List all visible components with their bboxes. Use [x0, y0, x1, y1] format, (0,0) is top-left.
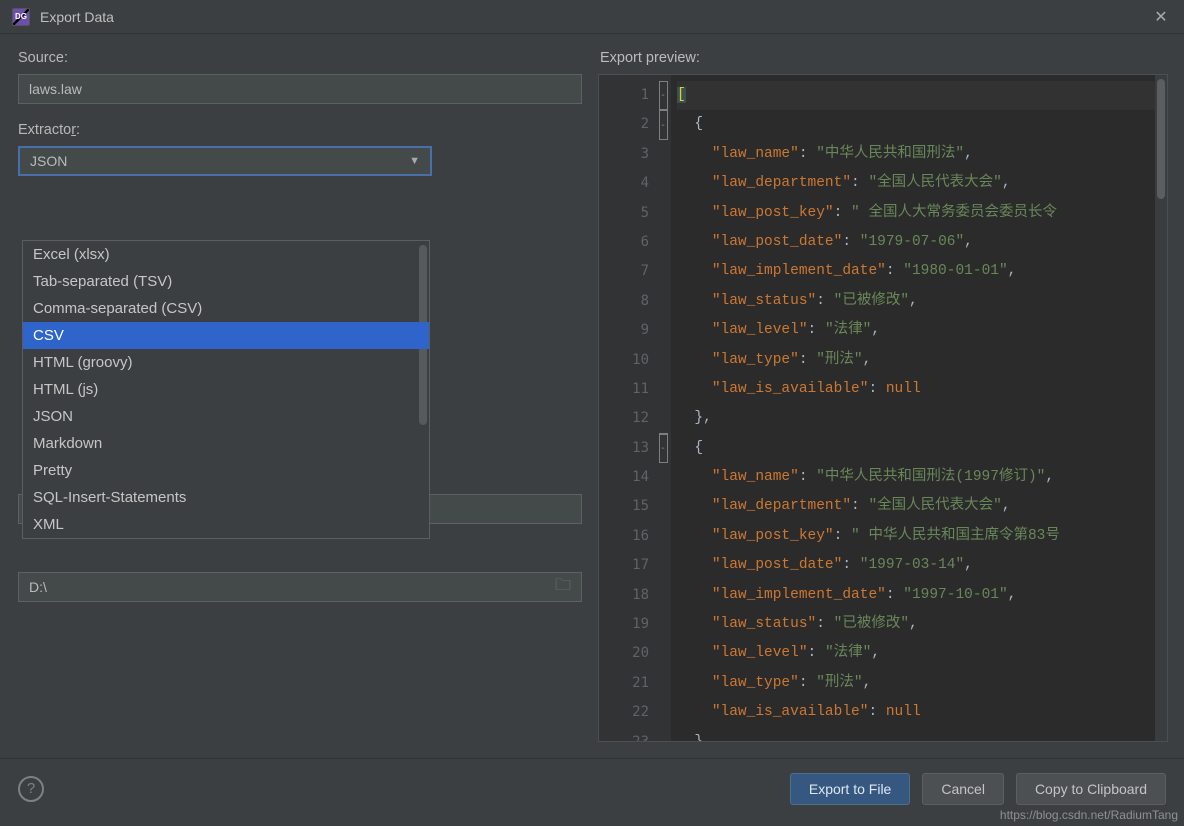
- source-input[interactable]: laws.law: [18, 74, 582, 104]
- preview-label: Export preview:: [598, 50, 1170, 66]
- window-title: Export Data: [40, 9, 114, 25]
- extractor-option[interactable]: Markdown: [23, 430, 429, 457]
- source-label: Source:: [18, 50, 582, 66]
- help-button[interactable]: ?: [18, 776, 44, 802]
- extractor-option[interactable]: Comma-separated (CSV): [23, 295, 429, 322]
- close-icon[interactable]: ✕: [1150, 6, 1172, 28]
- line-gutter: 1234567891011121314151617181920212223: [599, 75, 655, 741]
- path-input[interactable]: D:\ 🗀: [18, 572, 582, 602]
- path-value: D:\: [29, 579, 47, 595]
- editor-scrollbar[interactable]: [1155, 75, 1167, 741]
- titlebar: DG Export Data ✕: [0, 0, 1184, 34]
- extractor-option[interactable]: CSV: [23, 322, 429, 349]
- copy-to-clipboard-button[interactable]: Copy to Clipboard: [1016, 773, 1166, 805]
- extractor-option[interactable]: Pretty: [23, 457, 429, 484]
- app-icon: DG: [12, 8, 30, 26]
- code-editor[interactable]: 1234567891011121314151617181920212223 --…: [598, 74, 1168, 742]
- extractor-option[interactable]: SQL-Insert-Statements: [23, 484, 429, 511]
- fold-column: ---: [655, 75, 671, 741]
- extractor-option[interactable]: Excel (xlsx): [23, 241, 429, 268]
- cancel-button[interactable]: Cancel: [922, 773, 1004, 805]
- extractor-option[interactable]: HTML (js): [23, 376, 429, 403]
- extractor-value: JSON: [30, 148, 67, 174]
- extractor-combo[interactable]: JSON ▼: [18, 146, 432, 176]
- extractor-dropdown: Excel (xlsx)Tab-separated (TSV)Comma-sep…: [22, 240, 430, 539]
- code-area[interactable]: [ { "law_name": "中华人民共和国刑法", "law_depart…: [671, 75, 1155, 741]
- chevron-down-icon: ▼: [409, 148, 420, 174]
- export-to-file-button[interactable]: Export to File: [790, 773, 910, 805]
- extractor-option[interactable]: JSON: [23, 403, 429, 430]
- extractor-option[interactable]: XML: [23, 511, 429, 538]
- watermark: https://blog.csdn.net/RadiumTang: [1000, 808, 1178, 822]
- folder-icon[interactable]: 🗀: [555, 574, 571, 601]
- extractor-option[interactable]: HTML (groovy): [23, 349, 429, 376]
- extractor-label: Extractor:: [18, 122, 582, 138]
- extractor-option[interactable]: Tab-separated (TSV): [23, 268, 429, 295]
